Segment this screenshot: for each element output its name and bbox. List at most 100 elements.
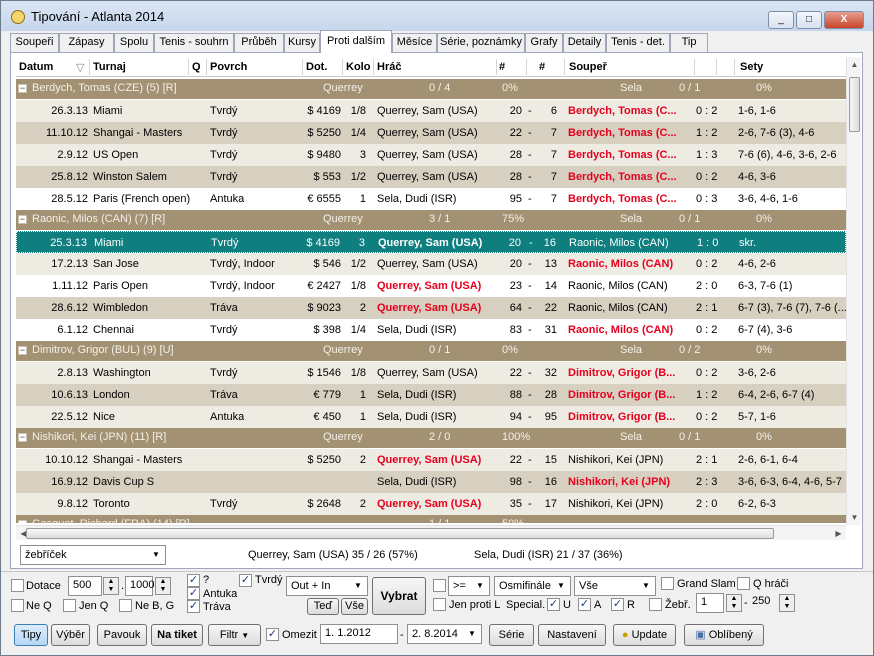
jen-proti-checkbox[interactable] [433, 598, 446, 611]
table-row[interactable]: 25.3.13 Miami Tvrdý $ 4169 3 Querrey, Sam (US… [16, 231, 846, 253]
zebr-from-spinner[interactable]: ▲ ▼ [726, 594, 742, 612]
group-header[interactable]: − Berdych, Tomas (CZE) (5) [R] Querrey 0 / … [16, 79, 846, 99]
tab-souperi[interactable]: Soupeři [10, 33, 59, 52]
zebr-checkbox[interactable] [649, 598, 662, 611]
scroll-up-icon[interactable]: ▲ [847, 57, 862, 72]
out-in-select[interactable]: Out + In ▼ [286, 576, 368, 596]
scroll-right-icon[interactable]: ▶ [831, 526, 846, 541]
col-dotace[interactable]: Dot. [306, 61, 327, 73]
r-checkbox[interactable]: ✓ [611, 598, 624, 611]
col-turnaj[interactable]: Turnaj [93, 61, 126, 73]
col-sety[interactable]: Sety [740, 61, 763, 73]
table-row[interactable]: 10.10.12 Shangai - Masters $ 5250 2 Querrey,… [16, 449, 846, 471]
pavouk-button[interactable]: Pavouk [97, 624, 147, 646]
date-from-input[interactable]: 1. 1.2012 [320, 624, 398, 644]
tab-proti-dalsim[interactable]: Proti dalším [320, 30, 392, 53]
jen-q-checkbox[interactable] [63, 599, 76, 612]
table-row[interactable]: 16.9.12 Davis Cup S Sela, Dudi (ISR) 98 16 Ni… [16, 471, 846, 493]
col-povrch[interactable]: Povrch [210, 61, 247, 73]
tab-prubeh[interactable]: Průběh [234, 33, 284, 52]
ted-button[interactable]: Teď [307, 598, 339, 615]
group-header[interactable]: − Nishikori, Kei (JPN) (11) [R] Querrey 2 /… [16, 428, 846, 448]
op-checkbox[interactable] [433, 579, 446, 592]
col-q[interactable]: Q [192, 61, 201, 73]
dotace-from-input[interactable]: 500 [68, 576, 102, 596]
tab-mesice[interactable]: Měsíce [392, 33, 437, 52]
ne-q-checkbox[interactable] [11, 599, 24, 612]
tab-tenis-souhrn[interactable]: Tenis - souhrn [154, 33, 234, 52]
tab-serie-poznamky[interactable]: Série, poznámky [437, 33, 525, 52]
table-row[interactable]: 1.11.12 Paris Open Tvrdý, Indoor € 2427 1/8 Q… [16, 275, 846, 297]
table-row[interactable]: 17.2.13 San Jose Tvrdý, Indoor $ 546 1/2 Quer… [16, 253, 846, 275]
col-hrac[interactable]: Hráč [377, 61, 401, 73]
zebr-from-input[interactable]: 1 [696, 593, 724, 613]
zebr-to-spinner[interactable]: ▲ ▼ [779, 594, 795, 612]
tvrdy-checkbox[interactable]: ✓ [239, 574, 252, 587]
operator-select[interactable]: >= ▼ [448, 576, 490, 596]
dotace-from-spinner[interactable]: ▲ ▼ [103, 577, 119, 595]
collapse-icon[interactable]: − [18, 215, 27, 224]
table-row[interactable]: 22.5.12 Nice Antuka € 450 1 Sela, Dudi (ISR) 9… [16, 406, 846, 428]
round-select[interactable]: Osmifinále ▼ [494, 576, 571, 596]
col-kolo[interactable]: Kolo [346, 61, 370, 73]
table-row[interactable]: 2.8.13 Washington Tvrdý $ 1546 1/8 Querrey, S… [16, 362, 846, 384]
table-row[interactable]: 28.5.12 Paris (French open) Antuka € 6555 1 S… [16, 188, 846, 210]
table-row[interactable]: 25.8.12 Winston Salem Tvrdý $ 553 1/2 Querrey… [16, 166, 846, 188]
tab-grafy[interactable]: Grafy [525, 33, 563, 52]
minimize-button[interactable]: _ [768, 11, 794, 29]
serie-button[interactable]: Série [489, 624, 534, 646]
maximize-button[interactable]: □ [796, 11, 822, 29]
filtr-button[interactable]: Filtr ▼ [208, 624, 261, 646]
col-rank2[interactable]: # [539, 61, 545, 73]
tab-spolu[interactable]: Spolu [114, 33, 154, 52]
tab-tip[interactable]: Tip [670, 33, 708, 52]
collapse-icon[interactable]: − [18, 346, 27, 355]
vybrat-button[interactable]: Vybrat [372, 577, 426, 615]
antuka-checkbox[interactable]: ✓ [187, 587, 200, 600]
tipy-button[interactable]: Tipy [14, 624, 48, 646]
table-row[interactable]: 11.10.12 Shangai - Masters Tvrdý $ 5250 1/4 Q… [16, 122, 846, 144]
scroll-down-icon[interactable]: ▼ [847, 510, 862, 525]
dotace-checkbox[interactable] [11, 579, 24, 592]
group-header[interactable]: − Raonic, Milos (CAN) (7) [R] Querrey 3 / 1… [16, 210, 846, 230]
dotace-to-input[interactable]: 1000 [125, 576, 154, 596]
scope-select[interactable]: Vše ▼ [574, 576, 656, 596]
horizontal-scroll-thumb[interactable] [26, 528, 774, 539]
omezit-checkbox[interactable]: ✓ [266, 628, 279, 641]
oblibene-button[interactable]: ▣ Oblíbený [684, 624, 764, 646]
collapse-icon[interactable]: − [18, 84, 27, 93]
ne-bg-checkbox[interactable] [119, 599, 132, 612]
vyber-button[interactable]: Výběr [51, 624, 90, 646]
q-checkbox[interactable]: ✓ [187, 574, 200, 587]
trava-checkbox[interactable]: ✓ [187, 600, 200, 613]
col-rank1[interactable]: # [499, 61, 505, 73]
collapse-icon[interactable]: − [18, 520, 27, 523]
q-hraci-checkbox[interactable] [737, 577, 750, 590]
nastaveni-button[interactable]: Nastavení [538, 624, 606, 646]
tab-kursy[interactable]: Kursy [284, 33, 320, 52]
tab-detaily[interactable]: Detaily [563, 33, 606, 52]
table-row[interactable]: 9.8.12 Toronto Tvrdý $ 2648 2 Querrey, Sam (U… [16, 493, 846, 515]
table-row[interactable]: 26.3.13 Miami Tvrdý $ 4169 1/8 Querrey, Sam (… [16, 100, 846, 122]
a-checkbox[interactable]: ✓ [578, 598, 591, 611]
table-row[interactable]: 28.6.12 Wimbledon Tráva $ 9023 2 Querrey, Sam… [16, 297, 846, 319]
tab-zapasy[interactable]: Zápasy [59, 33, 114, 52]
table-row[interactable]: 2.9.12 US Open Tvrdý $ 9480 3 Querrey, Sam (U… [16, 144, 846, 166]
vse-button[interactable]: Vše [341, 598, 368, 615]
na-tiket-button[interactable]: Na tiket [151, 624, 203, 646]
date-to-picker[interactable]: 2. 8.2014 ▼ [407, 624, 482, 644]
tab-tenis-det[interactable]: Tenis - det. [606, 33, 670, 52]
grand-slam-checkbox[interactable] [661, 577, 674, 590]
table-row[interactable]: 6.1.12 Chennai Tvrdý $ 398 1/4 Sela, Dudi (IS… [16, 319, 846, 341]
group-header[interactable]: − Dimitrov, Grigor (BUL) (9) [U] Querrey 0 … [16, 341, 846, 361]
col-souper[interactable]: Soupeř [569, 61, 607, 73]
horizontal-scrollbar[interactable]: ◀ ▶ [16, 525, 846, 540]
zebr-to-input[interactable]: 250 [748, 593, 778, 613]
u-checkbox[interactable]: ✓ [547, 598, 560, 611]
vertical-scrollbar[interactable]: ▲ ▼ [846, 57, 861, 525]
group-header[interactable]: − Gasquet, Richard (FRA) (14) [R] 1 / 1 50% [16, 515, 846, 523]
vertical-scroll-thumb[interactable] [849, 77, 860, 132]
dotace-to-spinner[interactable]: ▲ ▼ [155, 577, 171, 595]
close-button[interactable]: X [824, 11, 864, 29]
ranking-select[interactable]: žebříček ▼ [20, 545, 166, 565]
